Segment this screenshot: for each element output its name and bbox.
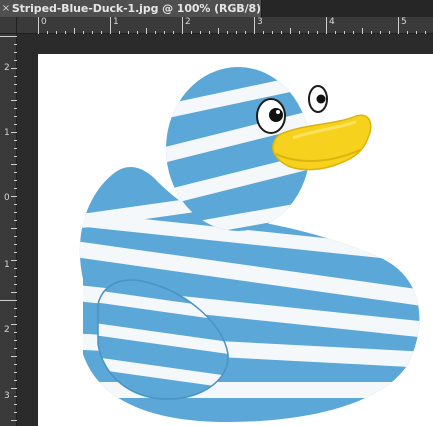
ruler-label-left-0: 2 — [4, 63, 10, 73]
duck-eye-right — [308, 85, 328, 113]
vertical-ruler[interactable]: 2 1 0 1 2 3 — [0, 34, 17, 426]
document-tab[interactable]: × Striped-Blue-Duck-1.jpg @ 100% (RGB/8) — [0, 0, 262, 17]
ruler-label-top-5: 5 — [401, 17, 407, 27]
ruler-label-left-3: 1 — [4, 260, 10, 270]
document-tab-bar: × Striped-Blue-Duck-1.jpg @ 100% (RGB/8) — [0, 0, 433, 17]
duck-eye-left — [256, 98, 286, 134]
ruler-label-left-1: 1 — [4, 128, 10, 138]
duck-image — [79, 67, 420, 422]
horizontal-ruler-ticks — [38, 17, 426, 34]
ruler-label-left-2: 0 — [4, 193, 10, 203]
ruler-label-top-0: 0 — [41, 17, 47, 27]
ruler-origin-corner[interactable] — [0, 17, 17, 34]
ruler-label-top-2: 2 — [185, 17, 191, 27]
ruler-label-top-1: 1 — [113, 17, 119, 27]
document-tab-title: Striped-Blue-Duck-1.jpg @ 100% (RGB/8) — [11, 2, 261, 15]
ruler-label-left-4: 2 — [4, 325, 10, 335]
horizontal-ruler[interactable]: 0 1 2 3 4 5 — [17, 17, 433, 34]
ruler-label-left-5: 3 — [4, 391, 10, 401]
document-canvas[interactable] — [38, 54, 433, 426]
canvas-pasteboard[interactable] — [17, 34, 433, 426]
close-tab-icon[interactable]: × — [0, 0, 12, 17]
ruler-label-top-4: 4 — [329, 17, 335, 27]
ruler-label-top-3: 3 — [257, 17, 263, 27]
vertical-ruler-ticks — [0, 36, 17, 421]
